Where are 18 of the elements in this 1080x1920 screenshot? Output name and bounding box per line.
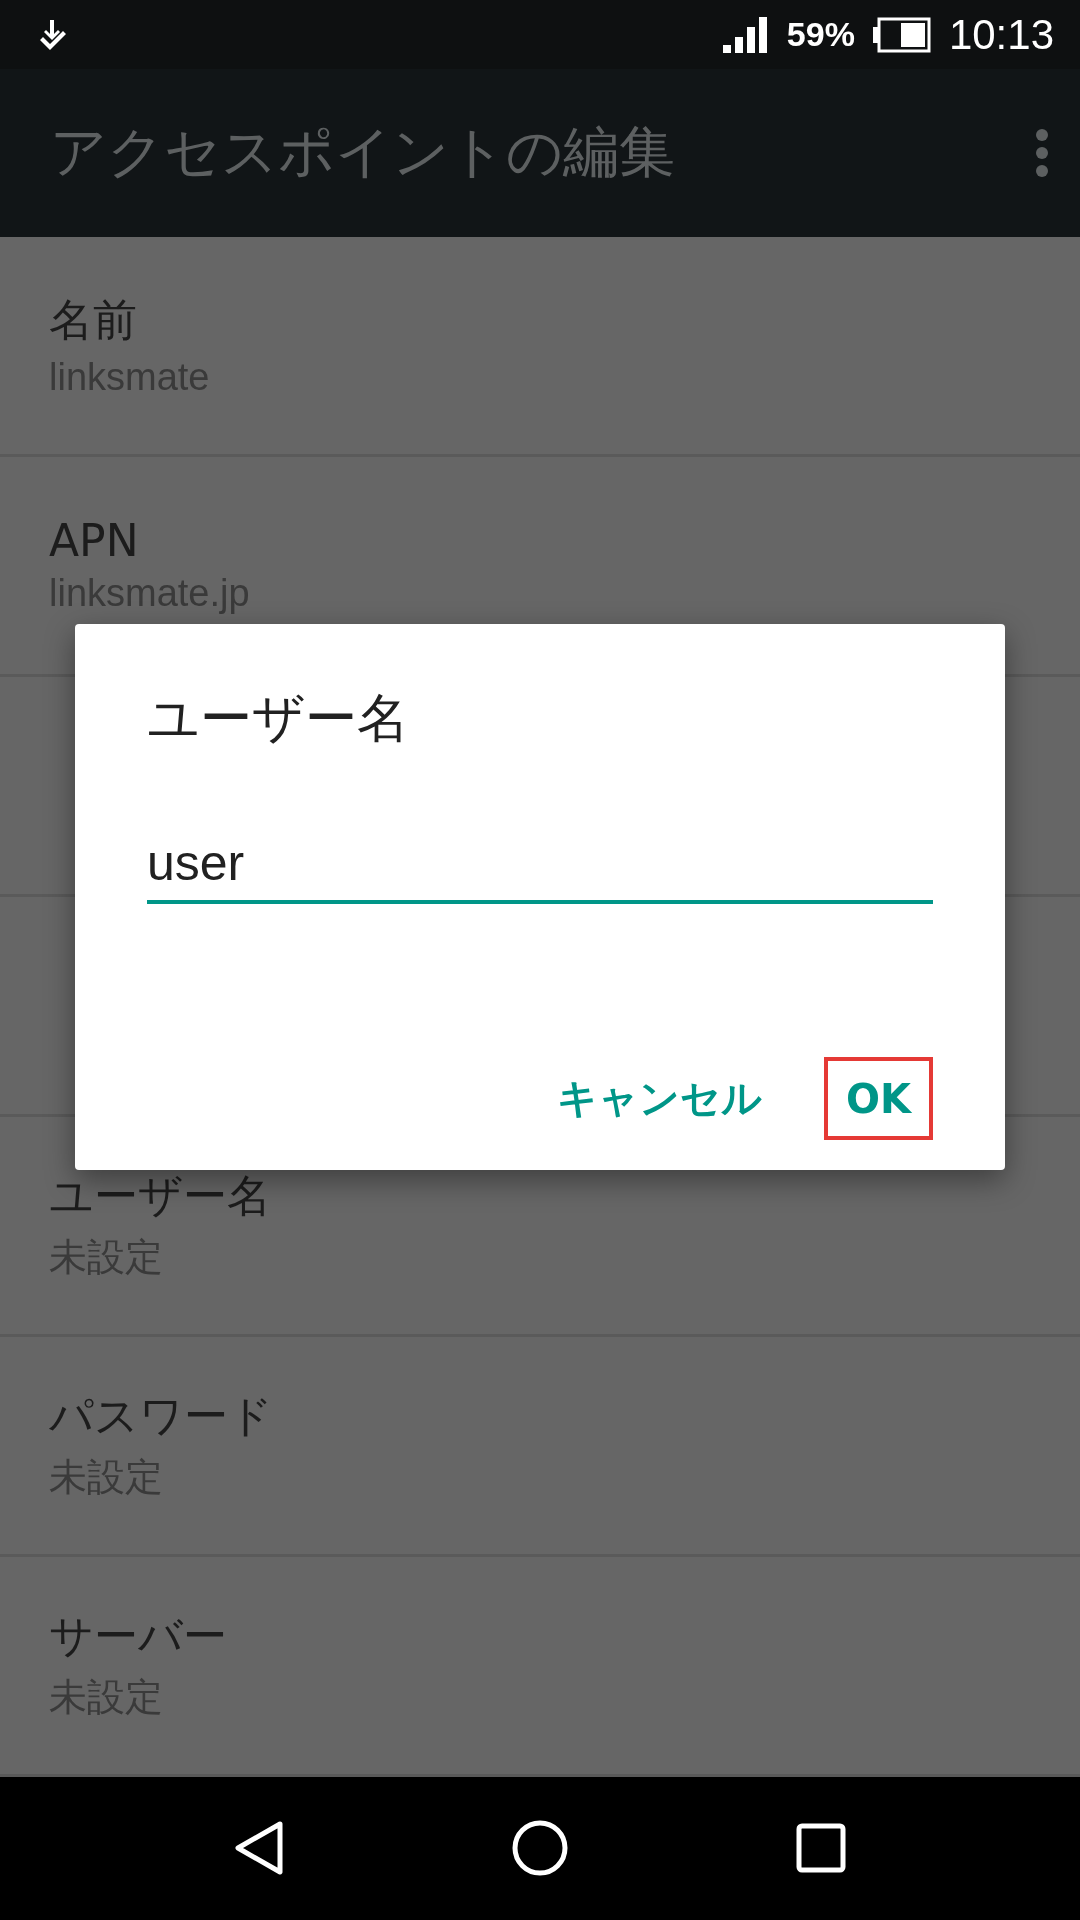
home-icon[interactable] <box>512 1820 568 1877</box>
back-icon[interactable] <box>234 1820 284 1877</box>
dialog-button[interactable]: キャンセル <box>535 1057 784 1140</box>
setting-label: パスワード <box>49 1389 274 1444</box>
signal-icon <box>722 16 769 53</box>
dialog-title: ユーザー名 <box>147 687 410 750</box>
dialog-button[interactable]: OK <box>824 1057 933 1140</box>
setting-label: ユーザー名 <box>49 1169 272 1224</box>
input-field[interactable]: user <box>147 834 933 904</box>
setting-label: APN <box>49 515 140 567</box>
setting-label: サーバー <box>49 1609 228 1664</box>
recents-icon[interactable] <box>796 1823 846 1874</box>
clock: 10:13 <box>948 10 1054 59</box>
screen-title: アクセスポイントの編集 <box>50 118 675 186</box>
setting-label: 名前 <box>49 293 138 348</box>
more-options-icon[interactable] <box>1034 128 1050 178</box>
battery-icon <box>872 16 931 53</box>
battery-percent: 59% <box>786 15 855 55</box>
